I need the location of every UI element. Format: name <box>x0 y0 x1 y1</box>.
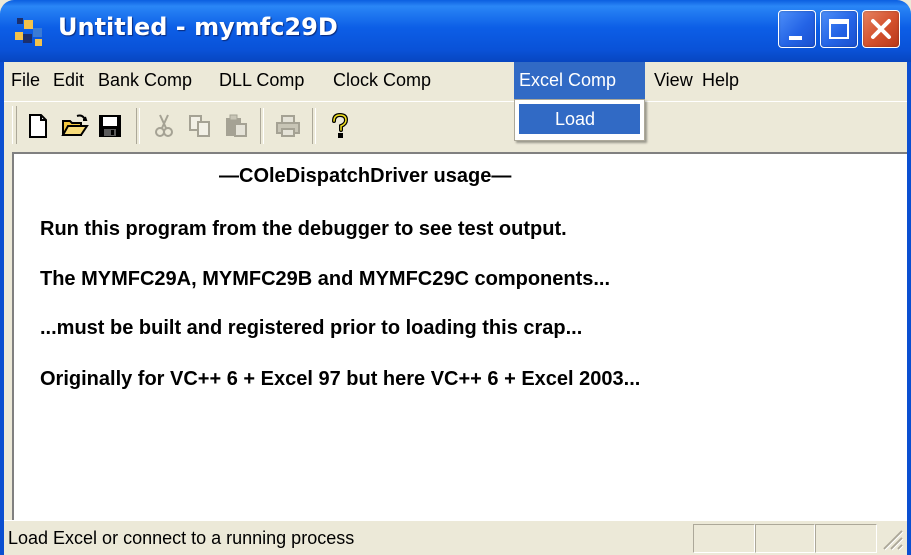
title-bar[interactable]: Untitled - mymfc29D <box>0 0 911 62</box>
minimize-button[interactable] <box>778 10 816 48</box>
toolbar-separator <box>136 108 140 144</box>
maximize-button[interactable] <box>820 10 858 48</box>
paste-button <box>218 108 254 144</box>
close-button[interactable] <box>862 10 900 48</box>
close-icon <box>871 19 891 39</box>
toolbar-grip[interactable] <box>12 106 17 144</box>
open-icon <box>61 114 89 136</box>
save-icon <box>99 115 121 137</box>
status-pane-num <box>755 524 815 553</box>
menu-view[interactable]: View <box>649 62 698 99</box>
print-icon <box>276 115 300 137</box>
resize-grip-icon[interactable] <box>880 527 904 551</box>
menu-bar: File Edit Bank Comp DLL Comp Clock Comp … <box>4 62 907 99</box>
help-icon <box>332 113 349 138</box>
content-line: The MYMFC29A, MYMFC29B and MYMFC29C comp… <box>40 268 611 290</box>
open-button[interactable] <box>56 108 92 144</box>
menu-bank-comp[interactable]: Bank Comp <box>93 62 197 99</box>
paste-icon <box>226 114 247 137</box>
excel-comp-dropdown: Load <box>514 99 645 141</box>
window-title: Untitled - mymfc29D <box>58 13 338 41</box>
menu-edit[interactable]: Edit <box>48 62 89 99</box>
content-heading: —COleDispatchDriver usage— <box>219 165 512 187</box>
print-button <box>270 108 306 144</box>
menu-clock-comp[interactable]: Clock Comp <box>328 62 436 99</box>
status-pane-caps <box>693 524 755 553</box>
menu-help[interactable]: Help <box>697 62 744 99</box>
copy-button <box>182 108 218 144</box>
new-icon <box>29 114 47 138</box>
content-line: Run this program from the debugger to se… <box>40 218 567 240</box>
cut-button <box>146 108 182 144</box>
about-button[interactable] <box>322 108 358 144</box>
toolbar-separator <box>260 108 264 144</box>
menu-excel-comp[interactable]: Excel Comp <box>514 62 645 99</box>
status-pane-scrl <box>815 524 877 553</box>
app-icon[interactable] <box>13 14 47 48</box>
app-window: Untitled - mymfc29D File Edit Bank Comp … <box>0 0 911 555</box>
window-border-right <box>907 62 911 555</box>
toolbar <box>4 101 907 150</box>
save-button[interactable] <box>92 108 128 144</box>
status-bar: Load Excel or connect to a running proce… <box>4 520 907 555</box>
menu-dll-comp[interactable]: DLL Comp <box>214 62 309 99</box>
cut-icon <box>155 114 173 137</box>
status-text: Load Excel or connect to a running proce… <box>8 528 355 548</box>
maximize-icon <box>829 19 849 39</box>
content-line: Originally for VC++ 6 + Excel 97 but her… <box>40 368 641 390</box>
new-button[interactable] <box>20 108 56 144</box>
toolbar-separator <box>312 108 316 144</box>
minimize-icon <box>789 36 802 40</box>
copy-icon <box>189 115 210 137</box>
document-view[interactable]: —COleDispatchDriver usage— Run this prog… <box>12 152 907 520</box>
content-line: ...must be built and registered prior to… <box>40 317 583 339</box>
menu-file[interactable]: File <box>6 62 45 99</box>
menu-item-load[interactable]: Load <box>519 104 640 134</box>
